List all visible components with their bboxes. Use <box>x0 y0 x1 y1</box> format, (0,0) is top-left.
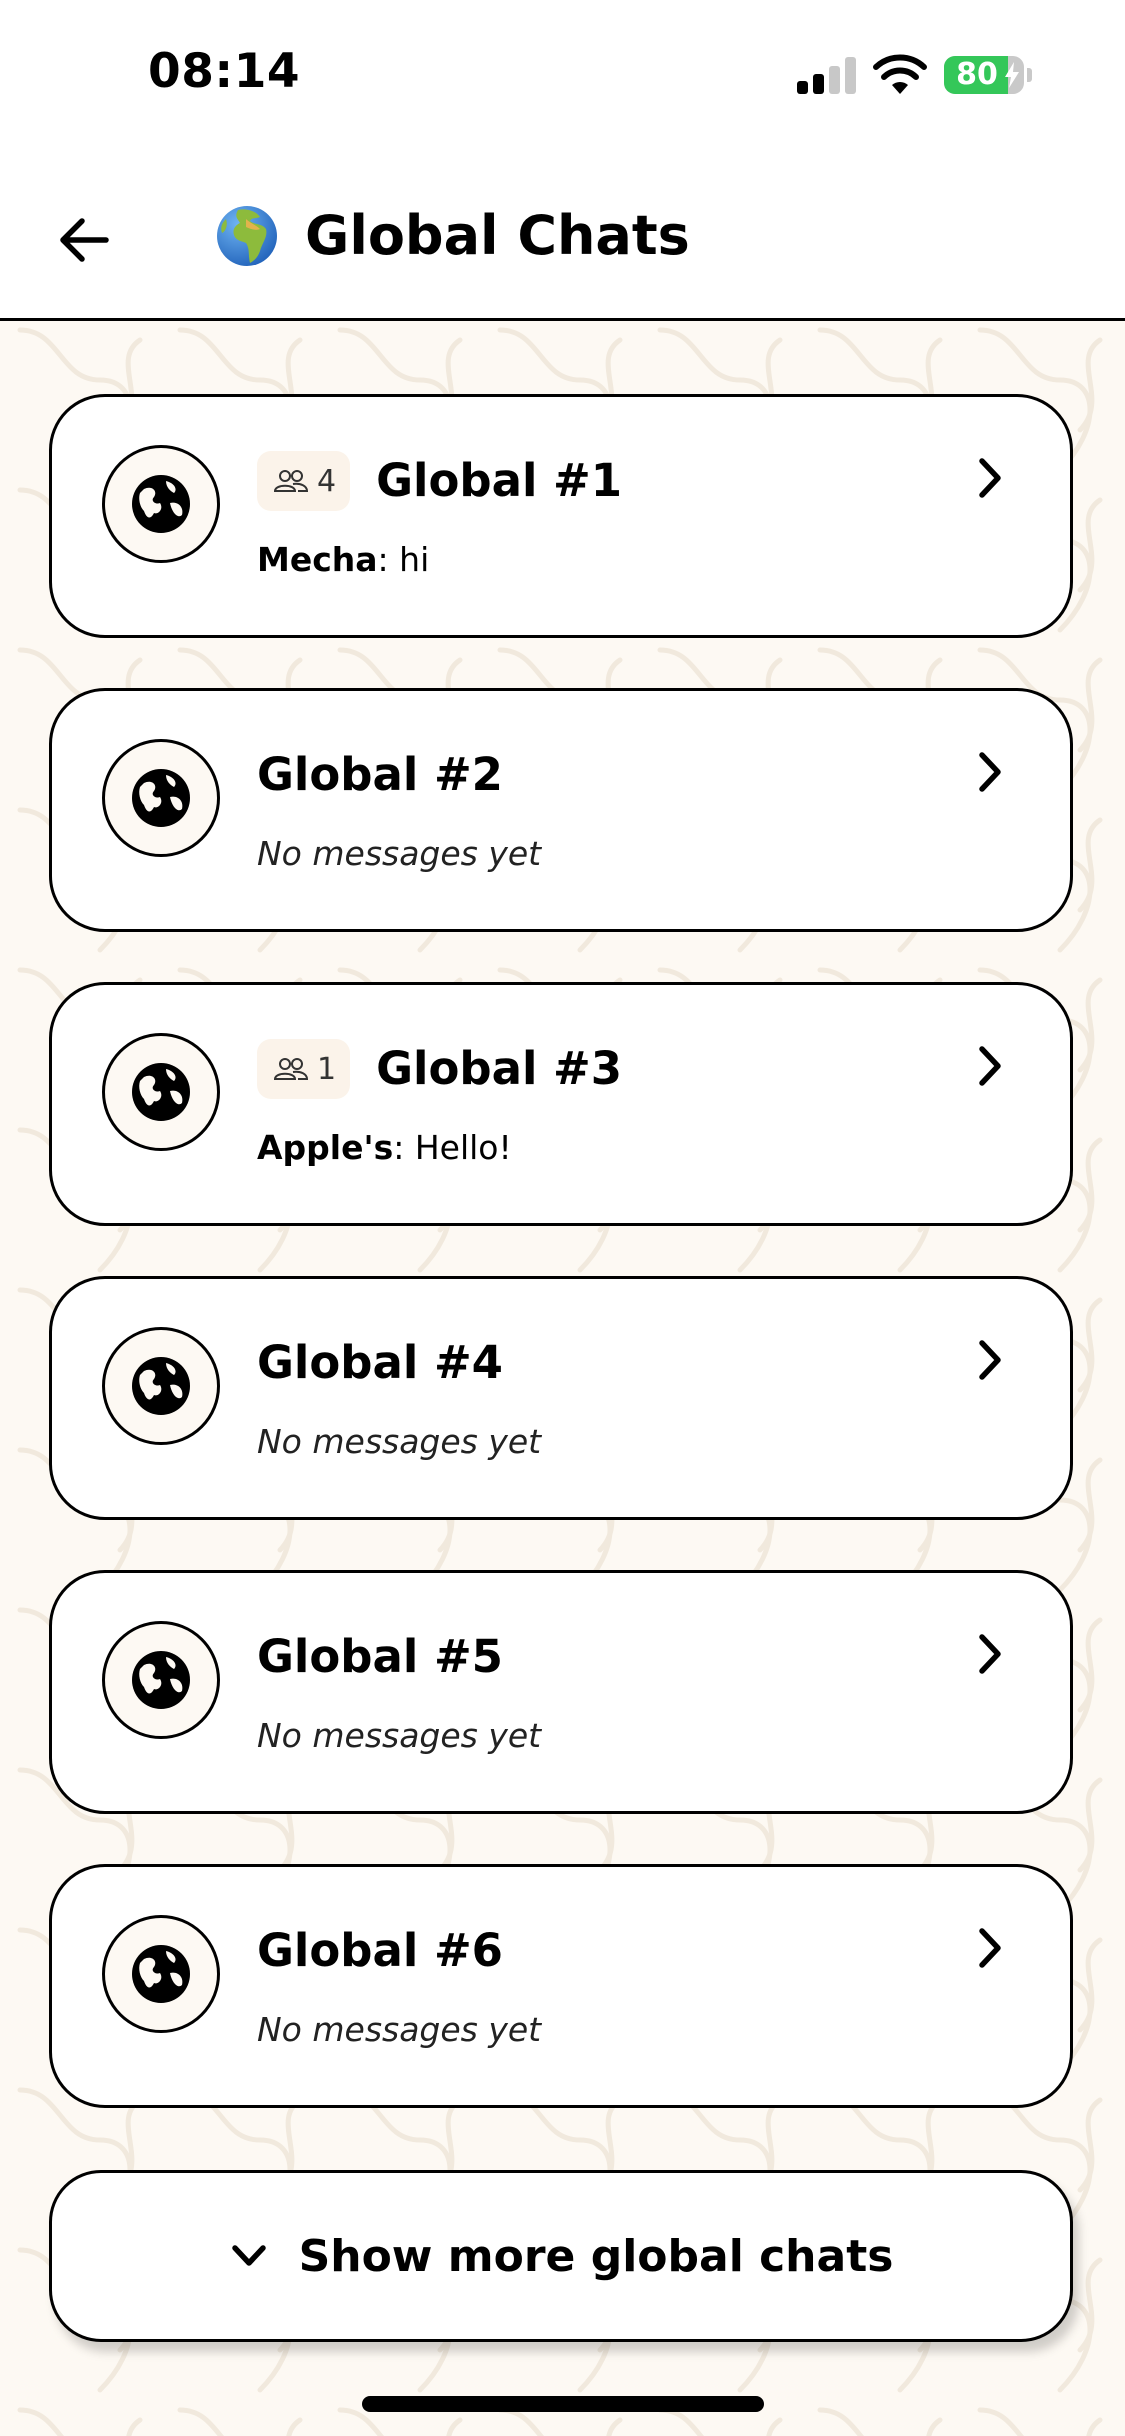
globe-europe-africa-icon <box>217 206 277 266</box>
message-text: hi <box>399 540 430 579</box>
globe-icon <box>102 1915 220 2033</box>
last-message-preview: No messages yet <box>257 834 542 873</box>
back-button[interactable] <box>44 200 124 280</box>
message-text: Hello! <box>414 1128 512 1167</box>
users-icon <box>273 470 309 492</box>
globe-icon <box>102 739 220 857</box>
chat-list: 4 Global #1 Mecha: hi Global #2 No messa… <box>0 0 1125 2436</box>
arrow-left-icon <box>60 218 109 262</box>
chat-title: Global #4 <box>257 1336 503 1389</box>
show-more-label: Show more global chats <box>298 2230 894 2282</box>
card-header: Global #2 <box>257 743 503 807</box>
chat-card-global-4[interactable]: Global #4 No messages yet <box>49 1276 1073 1520</box>
chat-card-global-6[interactable]: Global #6 No messages yet <box>49 1864 1073 2108</box>
globe-icon <box>102 1327 220 1445</box>
nav-bar: Global Chats <box>0 150 1125 321</box>
card-header: Global #6 <box>257 1919 503 1983</box>
battery-cap <box>1027 68 1032 82</box>
home-indicator[interactable] <box>362 2396 764 2412</box>
chat-card-global-2[interactable]: Global #2 No messages yet <box>49 688 1073 932</box>
chat-title: Global #1 <box>376 454 623 507</box>
battery-level: 80 <box>956 57 998 92</box>
chat-title: Global #5 <box>257 1630 503 1683</box>
chat-title: Global #2 <box>257 748 503 801</box>
card-header: 4 Global #1 <box>257 449 622 513</box>
chevron-right-icon <box>979 1340 1001 1380</box>
chat-card-global-3[interactable]: 1 Global #3 Apple's: Hello! <box>49 982 1073 1226</box>
cellular-signal-icon <box>797 56 857 94</box>
chevron-down-icon <box>231 2245 266 2266</box>
globe-icon <box>102 1033 220 1151</box>
last-message-preview: Apple's: Hello! <box>257 1128 512 1167</box>
globe-icon <box>102 445 220 563</box>
card-header: Global #4 <box>257 1331 503 1395</box>
member-count-badge: 1 <box>257 1039 351 1099</box>
charging-bolt-icon <box>1005 62 1019 88</box>
chevron-right-icon <box>979 1928 1001 1968</box>
last-message-preview: Mecha: hi <box>257 540 430 579</box>
show-more-button[interactable]: Show more global chats <box>49 2170 1073 2342</box>
chevron-right-icon <box>979 752 1001 792</box>
chevron-right-icon <box>979 458 1001 498</box>
page-title: Global Chats <box>305 204 690 267</box>
card-header: Global #5 <box>257 1625 503 1689</box>
last-message-preview: No messages yet <box>257 1716 542 1755</box>
chat-card-global-5[interactable]: Global #5 No messages yet <box>49 1570 1073 1814</box>
wifi-icon <box>873 54 927 94</box>
chevron-right-icon <box>979 1046 1001 1086</box>
globe-icon <box>102 1621 220 1739</box>
status-time: 08:14 <box>148 44 301 99</box>
chat-title: Global #3 <box>376 1042 623 1095</box>
users-icon <box>273 1058 309 1080</box>
chat-title: Global #6 <box>257 1924 503 1977</box>
message-sender: Mecha <box>257 540 378 579</box>
last-message-preview: No messages yet <box>257 2010 542 2049</box>
member-count: 1 <box>317 1051 337 1087</box>
member-count-badge: 4 <box>257 451 351 511</box>
battery-icon: 80 <box>944 56 1024 94</box>
chevron-right-icon <box>979 1634 1001 1674</box>
last-message-preview: No messages yet <box>257 1422 542 1461</box>
chat-card-global-1[interactable]: 4 Global #1 Mecha: hi <box>49 394 1073 638</box>
message-sender: Apple's <box>257 1128 394 1167</box>
status-bar: 08:14 80 <box>0 0 1125 150</box>
member-count: 4 <box>317 463 337 499</box>
card-header: 1 Global #3 <box>257 1037 622 1101</box>
